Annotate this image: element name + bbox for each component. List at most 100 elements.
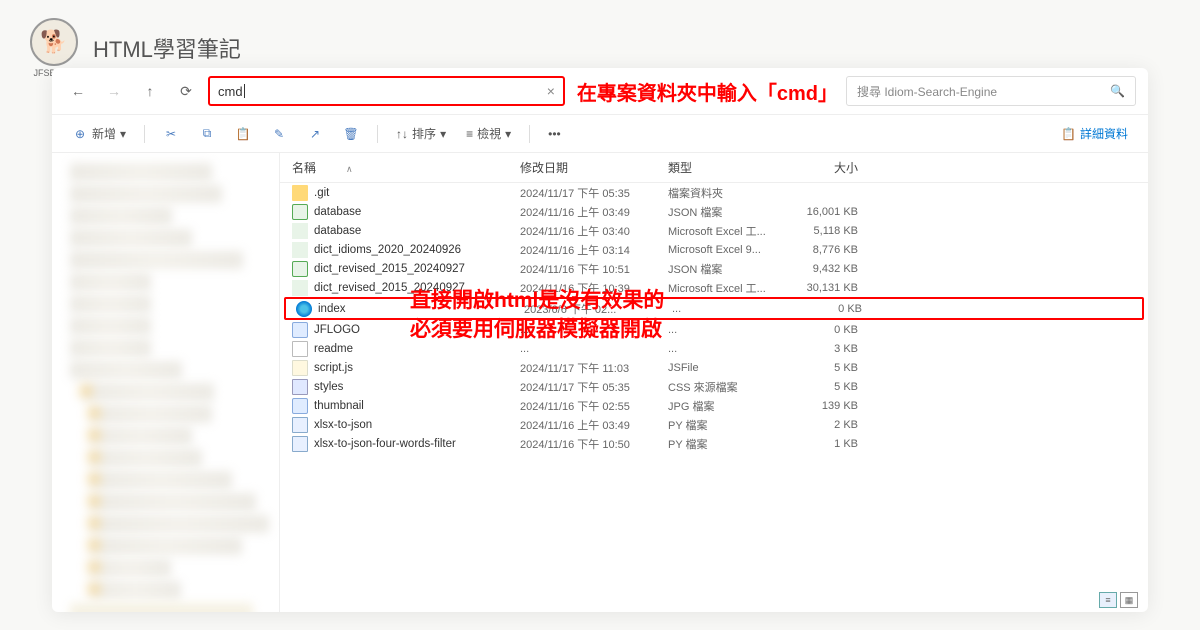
view-button[interactable]: ≡ 檢視 ▾ — [458, 121, 519, 146]
file-name: xlsx-to-json — [314, 419, 372, 431]
file-date: 2024/11/16 下午 10:50 — [520, 436, 668, 452]
sidebar-item[interactable] — [90, 581, 181, 599]
file-name: database — [314, 225, 361, 237]
refresh-button[interactable]: ⟳ — [172, 77, 200, 105]
file-name: .git — [314, 187, 329, 199]
up-button[interactable]: ↑ — [136, 77, 164, 105]
file-icon — [292, 204, 308, 220]
sidebar-item[interactable] — [90, 405, 212, 423]
file-icon — [292, 436, 308, 452]
file-type: PY 檔案 — [668, 436, 788, 452]
file-type: Microsoft Excel 9... — [668, 244, 788, 256]
copy-button[interactable]: ⧉ — [191, 122, 223, 146]
col-name[interactable]: 名稱∧ — [292, 159, 520, 176]
sidebar-item[interactable] — [70, 339, 151, 357]
file-name: readme — [314, 343, 353, 355]
sidebar-item[interactable] — [82, 383, 214, 401]
file-name: script.js — [314, 362, 353, 374]
file-type: JPG 檔案 — [668, 398, 788, 414]
column-headers: 名稱∧ 修改日期 類型 大小 — [280, 153, 1148, 183]
sidebar-item[interactable] — [90, 471, 232, 489]
file-row[interactable]: database 2024/11/16 上午 03:49 JSON 檔案 16,… — [280, 202, 1148, 221]
file-icon — [296, 301, 312, 317]
file-row[interactable]: .git 2024/11/17 下午 05:35 檔案資料夾 — [280, 183, 1148, 202]
file-list-area: 名稱∧ 修改日期 類型 大小 .git 2024/11/17 下午 05:35 … — [280, 153, 1148, 612]
address-bar[interactable]: cmd × — [208, 76, 565, 106]
sidebar-item[interactable] — [70, 295, 151, 313]
forward-button[interactable]: → — [100, 77, 128, 105]
file-name: xlsx-to-json-four-words-filter — [314, 438, 456, 450]
col-date[interactable]: 修改日期 — [520, 159, 668, 176]
content-area: 名稱∧ 修改日期 類型 大小 .git 2024/11/17 下午 05:35 … — [52, 153, 1148, 612]
file-icon — [292, 185, 308, 201]
sidebar-item[interactable] — [90, 493, 256, 511]
details-button[interactable]: 📋 詳細資料 — [1053, 121, 1136, 146]
file-name: index — [318, 303, 346, 315]
sidebar-item[interactable] — [70, 603, 253, 612]
file-name: JFLOGO — [314, 324, 360, 336]
sidebar-item[interactable] — [90, 515, 269, 533]
share-button[interactable]: ↗ — [299, 122, 331, 146]
annotation-html-note: 直接開啟html是沒有效果的 必須要用伺服器模擬器開啟 — [410, 286, 664, 345]
file-row[interactable]: dict_idioms_2020_20240926 2024/11/16 上午 … — [280, 240, 1148, 259]
sidebar-item[interactable] — [70, 207, 172, 225]
file-row[interactable]: dict_revised_2015_20240927 2024/11/16 下午… — [280, 259, 1148, 278]
file-name: thumbnail — [314, 400, 364, 412]
sidebar-item[interactable] — [70, 273, 151, 291]
new-button[interactable]: ⊕新增 ▾ — [64, 121, 134, 146]
clear-icon[interactable]: × — [547, 83, 555, 99]
rename-button[interactable]: ✎ — [263, 122, 295, 146]
file-row[interactable]: xlsx-to-json 2024/11/16 上午 03:49 PY 檔案 2… — [280, 415, 1148, 434]
file-date: 2024/11/16 上午 03:49 — [520, 417, 668, 433]
details-view-icon[interactable]: ≡ — [1099, 592, 1117, 608]
file-date: 2024/11/16 上午 03:49 — [520, 204, 668, 220]
file-row[interactable]: xlsx-to-json-four-words-filter 2024/11/1… — [280, 434, 1148, 453]
sidebar-item[interactable] — [70, 317, 151, 335]
file-type: CSS 來源檔案 — [668, 379, 788, 395]
more-button[interactable]: ••• — [540, 123, 569, 145]
col-size[interactable]: 大小 — [788, 159, 858, 176]
file-size: 30,131 KB — [788, 282, 858, 294]
sidebar-item[interactable] — [90, 449, 202, 467]
sidebar-item[interactable] — [70, 361, 182, 379]
sidebar-item[interactable] — [70, 163, 212, 181]
sidebar-item[interactable] — [70, 229, 192, 247]
file-type: 檔案資料夾 — [668, 185, 788, 201]
file-date: 2024/11/16 下午 10:51 — [520, 261, 668, 277]
file-size: 5,118 KB — [788, 225, 858, 237]
file-size: 0 KB — [788, 324, 858, 336]
file-date: 2024/11/17 下午 05:35 — [520, 379, 668, 395]
file-icon — [292, 322, 308, 338]
paste-button[interactable]: 📋 — [227, 122, 259, 146]
sidebar-item[interactable] — [70, 185, 222, 203]
file-row[interactable]: database 2024/11/16 上午 03:40 Microsoft E… — [280, 221, 1148, 240]
sort-button[interactable]: ↑↓ 排序 ▾ — [388, 121, 454, 146]
file-size: 8,776 KB — [788, 244, 858, 256]
cut-button[interactable]: ✂ — [155, 122, 187, 146]
view-switcher: ≡ ▦ — [1099, 592, 1138, 608]
address-value: cmd — [218, 84, 243, 99]
logo-circle: 🐕 — [30, 18, 78, 66]
col-type[interactable]: 類型 — [668, 159, 788, 176]
sidebar-item[interactable] — [70, 251, 243, 269]
back-button[interactable]: ← — [64, 77, 92, 105]
delete-button[interactable]: 🗑 — [335, 122, 367, 146]
file-row[interactable]: styles 2024/11/17 下午 05:35 CSS 來源檔案 5 KB — [280, 377, 1148, 396]
search-placeholder: 搜尋 Idiom-Search-Engine — [857, 83, 997, 100]
grid-view-icon[interactable]: ▦ — [1120, 592, 1138, 608]
annotation-cmd: 在專案資料夾中輸入「cmd」 — [577, 77, 838, 106]
sidebar-item[interactable] — [90, 559, 171, 577]
file-icon — [292, 417, 308, 433]
file-size: 139 KB — [788, 400, 858, 412]
sidebar-item[interactable] — [90, 537, 242, 555]
file-type: Microsoft Excel 工... — [668, 280, 788, 296]
file-type: JSFile — [668, 362, 788, 374]
file-type: ... — [668, 324, 788, 336]
file-row[interactable]: thumbnail 2024/11/16 下午 02:55 JPG 檔案 139… — [280, 396, 1148, 415]
sidebar-item[interactable] — [90, 427, 192, 445]
file-row[interactable]: script.js 2024/11/17 下午 11:03 JSFile 5 K… — [280, 358, 1148, 377]
separator — [144, 125, 145, 143]
file-type: ... — [672, 303, 792, 315]
file-icon — [292, 360, 308, 376]
search-input[interactable]: 搜尋 Idiom-Search-Engine 🔍 — [846, 76, 1136, 106]
